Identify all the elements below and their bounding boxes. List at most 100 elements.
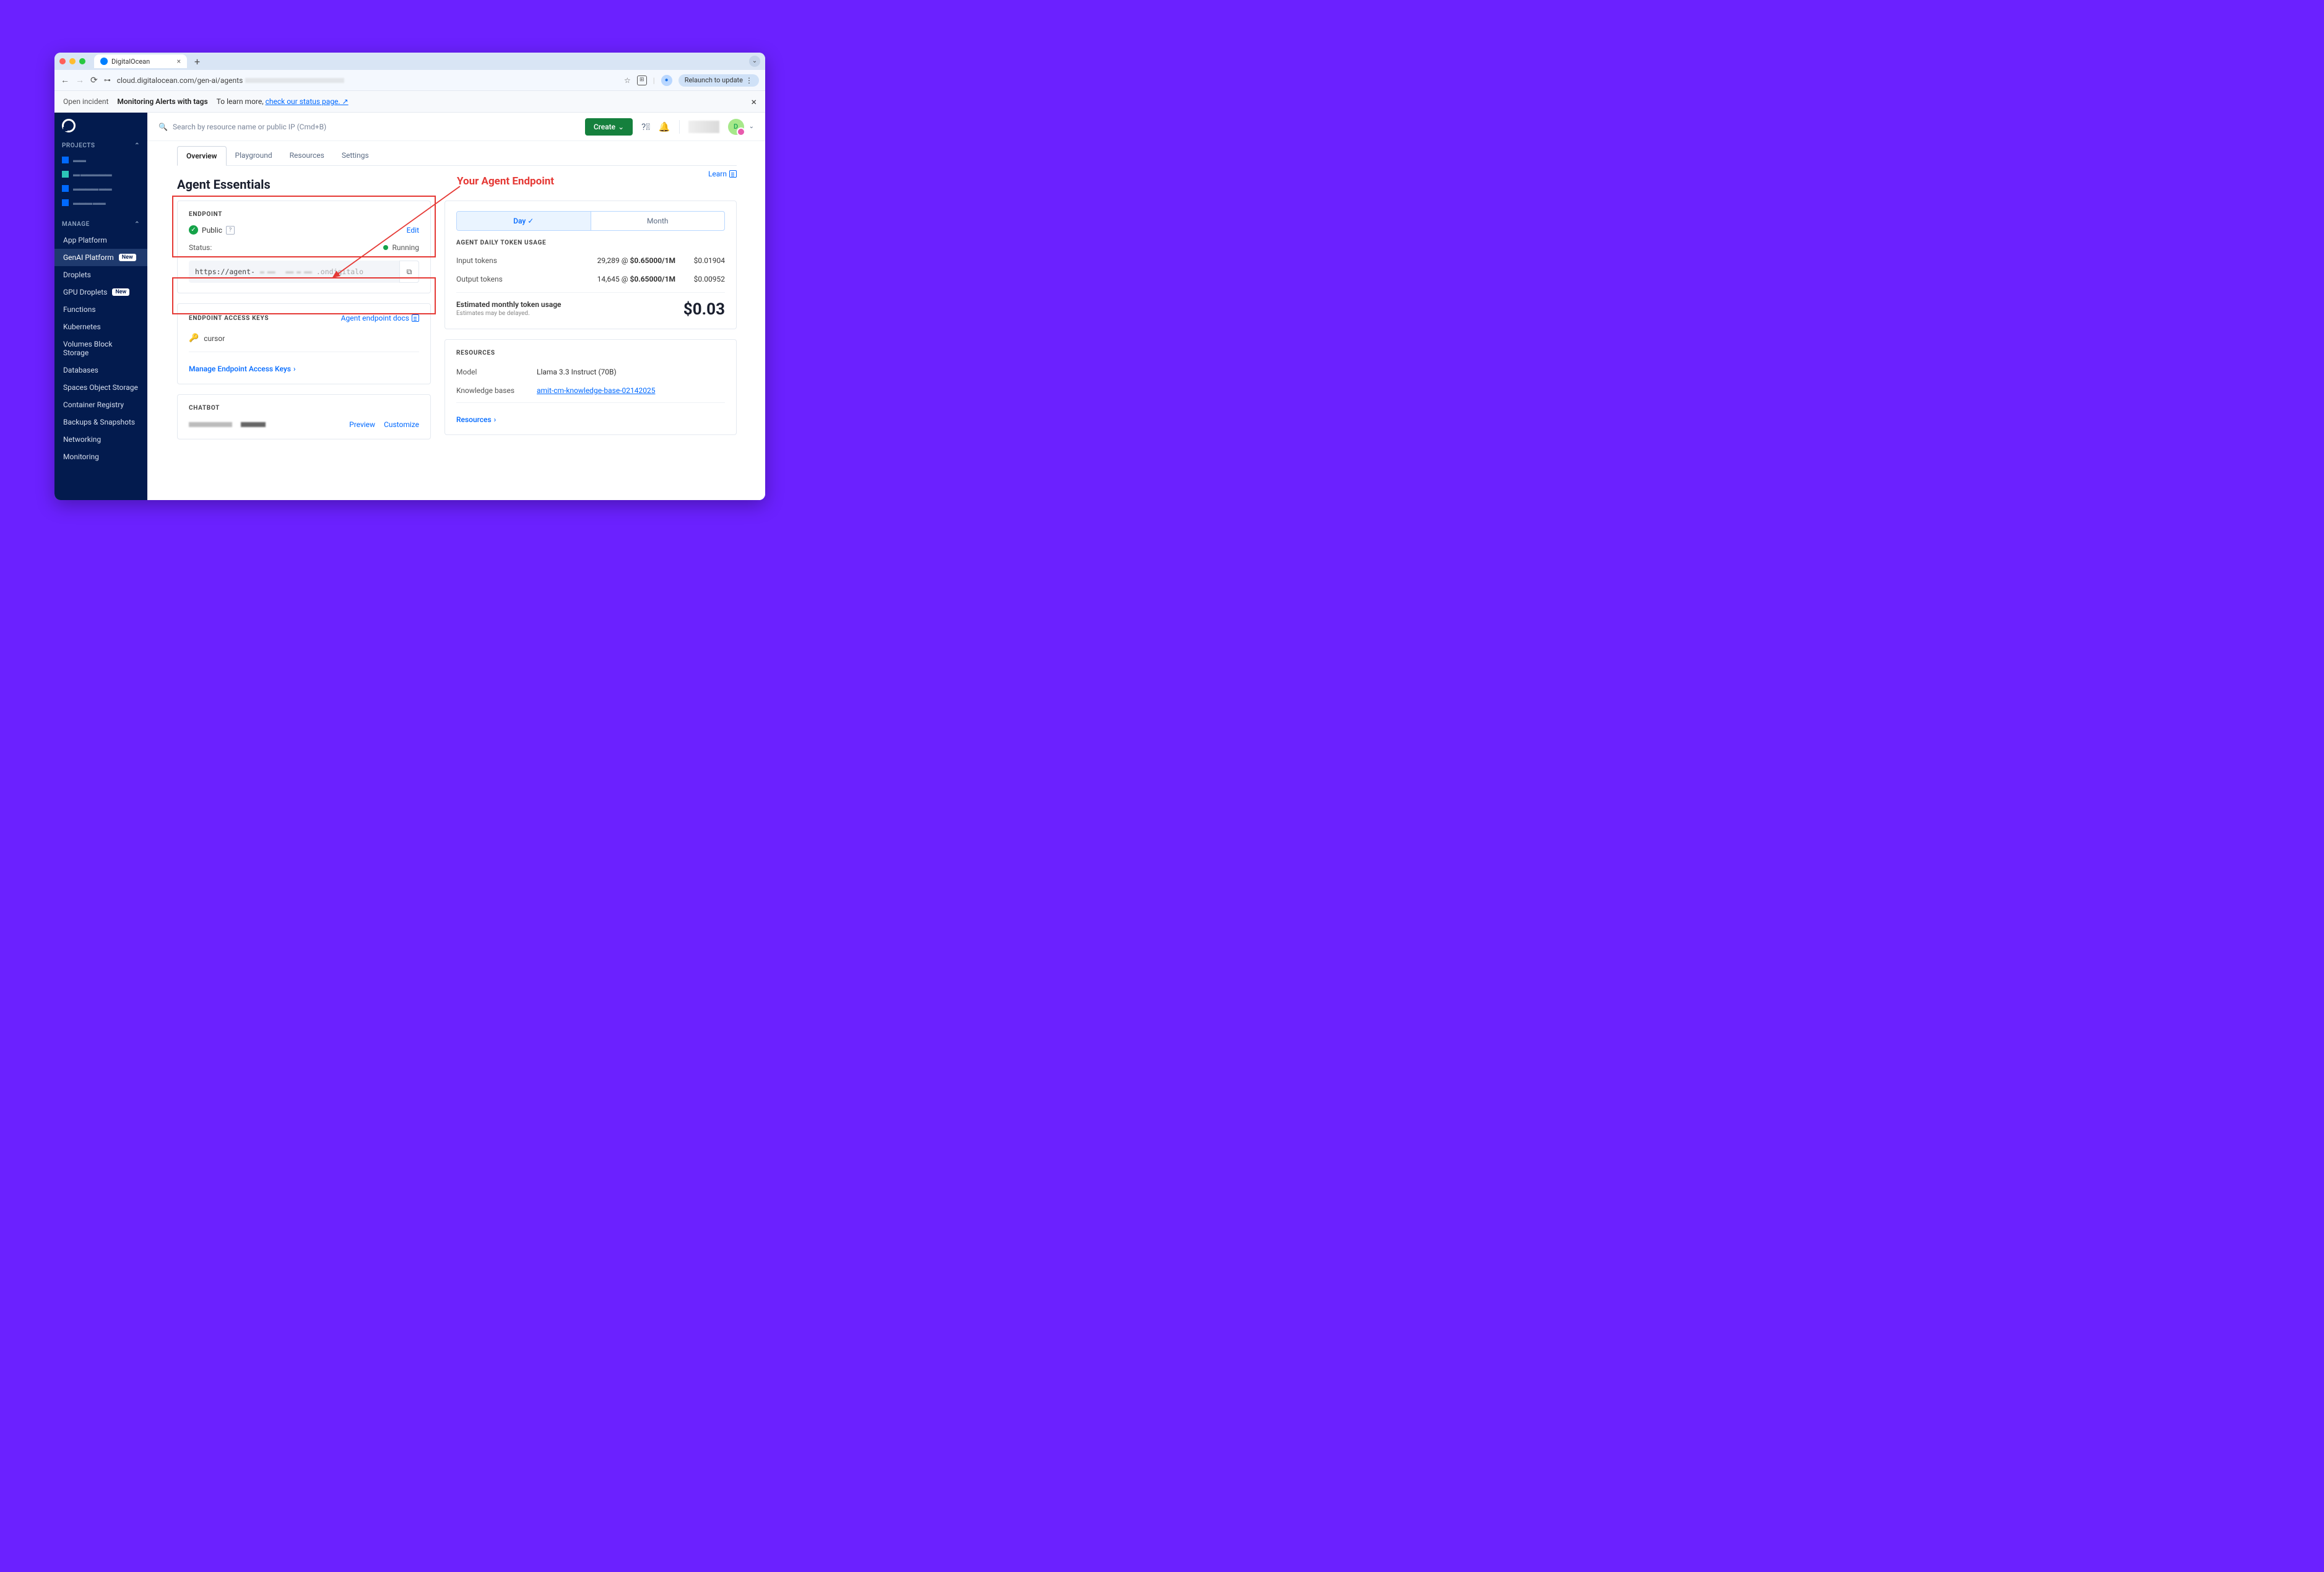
learn-link[interactable]: Learn: [708, 170, 737, 178]
tab-playground[interactable]: Playground: [227, 146, 281, 165]
access-keys-card: ENDPOINT ACCESS KEYS Agent endpoint docs…: [177, 303, 431, 384]
url-prefix: https://agent-: [195, 267, 255, 276]
sidebar-item-networking[interactable]: Networking: [54, 431, 147, 448]
edit-endpoint-link[interactable]: Edit: [407, 226, 419, 235]
chrome-tab-strip: DigitalOcean × + ⌄: [54, 53, 765, 70]
sidebar-item-app-platform[interactable]: App Platform: [54, 231, 147, 249]
resource-row: Knowledge basesamit-cm-knowledge-base-02…: [456, 381, 725, 400]
manage-keys-link[interactable]: Manage Endpoint Access Keys›: [189, 365, 296, 373]
profile-icon[interactable]: ●: [661, 75, 672, 86]
close-banner-icon[interactable]: ×: [751, 96, 757, 108]
usage-header: AGENT DAILY TOKEN USAGE: [456, 240, 725, 246]
sidebar-item-droplets[interactable]: Droplets: [54, 266, 147, 283]
status-page-link[interactable]: check our status page. ↗: [266, 97, 349, 106]
check-icon: ✓: [527, 217, 534, 225]
segment-day[interactable]: Day ✓: [457, 212, 591, 230]
browser-tab[interactable]: DigitalOcean ×: [94, 54, 187, 68]
estimate-total: $0.03: [683, 300, 725, 319]
endpoint-docs-link[interactable]: Agent endpoint docs: [341, 314, 419, 322]
avatar[interactable]: D: [728, 119, 744, 135]
new-badge: New: [119, 254, 136, 261]
back-button[interactable]: ←: [61, 75, 69, 85]
project-item[interactable]: ▬▬▬▬ ▬▬: [54, 181, 147, 196]
resources-card: RESOURCES ModelLlama 3.3 Instruct (70B)K…: [444, 339, 737, 435]
project-item[interactable]: ▬▬▬ ▬▬: [54, 196, 147, 210]
url-suffix: .ondigitalo: [316, 267, 363, 276]
tabs-menu-button[interactable]: ⌄: [749, 56, 760, 67]
customize-link[interactable]: Customize: [384, 420, 419, 429]
reload-button[interactable]: ⟳: [90, 76, 98, 85]
browser-window: DigitalOcean × + ⌄ ← → ⟳ ⊶ cloud.digital…: [54, 53, 765, 500]
close-tab-icon[interactable]: ×: [177, 57, 181, 66]
status-dot-icon: [383, 245, 388, 250]
access-key-row[interactable]: 🔑 cursor: [189, 329, 419, 348]
search-icon: 🔍: [158, 123, 168, 131]
estimate-label: Estimated monthly token usage Estimates …: [456, 300, 561, 317]
sidebar-item-backups-snapshots[interactable]: Backups & Snapshots: [54, 413, 147, 431]
chevron-right-icon: ›: [293, 365, 296, 373]
status-value: Running: [392, 243, 419, 252]
extensions-icon[interactable]: ⊞: [637, 76, 647, 85]
kb-link[interactable]: amit-cm-knowledge-base-02142025: [537, 386, 655, 395]
project-item[interactable]: ▬▬: [54, 153, 147, 167]
main-area: 🔍 Search by resource name or public IP (…: [147, 113, 765, 500]
help-icon[interactable]: ?⃝: [641, 121, 650, 132]
favicon-icon: [100, 58, 108, 65]
banner-title: Monitoring Alerts with tags: [117, 97, 207, 106]
segment-month[interactable]: Month: [591, 212, 725, 230]
chevron-down-icon[interactable]: ⌄: [749, 123, 754, 130]
incident-banner: Open incident Monitoring Alerts with tag…: [54, 91, 765, 113]
sidebar: PROJECTS⌃ ▬▬ ▬ ▬▬▬▬▬ ▬▬▬▬ ▬▬ ▬▬▬ ▬▬ MANA…: [54, 113, 147, 500]
copy-button[interactable]: ⧉: [399, 261, 419, 283]
site-info-icon[interactable]: ⊶: [104, 76, 111, 84]
address-bar[interactable]: cloud.digitalocean.com/gen-ai/agents: [117, 76, 618, 85]
banner-text: To learn more, check our status page. ↗: [217, 97, 349, 106]
sidebar-item-kubernetes[interactable]: Kubernetes: [54, 318, 147, 335]
search-input[interactable]: 🔍 Search by resource name or public IP (…: [158, 123, 576, 131]
notifications-icon[interactable]: 🔔: [659, 121, 670, 132]
preview-link[interactable]: Preview: [349, 420, 375, 429]
chevron-up-icon: ⌃: [134, 142, 140, 149]
usage-card: Day ✓ Month AGENT DAILY TOKEN USAGE Inpu…: [444, 201, 737, 329]
sidebar-item-monitoring[interactable]: Monitoring: [54, 448, 147, 465]
sidebar-item-gpu-droplets[interactable]: GPU DropletsNew: [54, 283, 147, 301]
annotation-label: Your Agent Endpoint: [457, 175, 554, 188]
tab-resources[interactable]: Resources: [281, 146, 333, 165]
sidebar-item-spaces-object-storage[interactable]: Spaces Object Storage: [54, 379, 147, 396]
usage-period-segment: Day ✓ Month: [456, 211, 725, 231]
access-keys-header: ENDPOINT ACCESS KEYS: [189, 315, 269, 322]
doc-icon: [412, 314, 419, 322]
resources-link[interactable]: Resources›: [456, 415, 496, 424]
team-name[interactable]: [688, 121, 719, 133]
chatbot-card: CHATBOT Preview Customize: [177, 394, 431, 439]
endpoint-header: ENDPOINT: [189, 211, 419, 218]
relaunch-button[interactable]: Relaunch to update⋮: [679, 74, 759, 87]
bookmark-star-icon[interactable]: ☆: [624, 76, 631, 85]
endpoint-visibility: Public: [202, 226, 222, 235]
new-tab-button[interactable]: +: [191, 56, 204, 67]
project-item[interactable]: ▬ ▬▬▬▬▬: [54, 167, 147, 181]
sidebar-item-container-registry[interactable]: Container Registry: [54, 396, 147, 413]
create-button[interactable]: Create⌄: [585, 118, 633, 136]
chevron-down-icon: ⌄: [618, 123, 624, 131]
logo-area[interactable]: [54, 113, 147, 139]
incident-tag: Open incident: [63, 97, 108, 106]
chevron-right-icon: ›: [494, 415, 496, 424]
help-tooltip-icon[interactable]: ?: [226, 226, 235, 235]
tab-overview[interactable]: Overview: [177, 146, 227, 166]
key-icon: 🔑: [189, 334, 199, 343]
tab-settings[interactable]: Settings: [333, 146, 378, 165]
sidebar-item-genai-platform[interactable]: GenAI PlatformNew: [54, 249, 147, 266]
endpoint-url-box[interactable]: https://agent- ▬ ▬▬ ▬▬ ▬ ▬▬ .ondigitalo …: [189, 261, 419, 283]
sidebar-item-volumes-block-storage[interactable]: Volumes Block Storage: [54, 335, 147, 361]
search-placeholder: Search by resource name or public IP (Cm…: [173, 123, 326, 131]
tab-title: DigitalOcean: [111, 58, 150, 66]
sidebar-item-functions[interactable]: Functions: [54, 301, 147, 318]
forward-button[interactable]: →: [76, 75, 84, 85]
sidebar-item-databases[interactable]: Databases: [54, 361, 147, 379]
projects-header[interactable]: PROJECTS⌃: [54, 139, 147, 153]
new-badge: New: [112, 288, 129, 296]
manage-header[interactable]: MANAGE⌃: [54, 217, 147, 231]
window-traffic-lights[interactable]: [59, 58, 85, 64]
usage-row: Output tokens14,645 @ $0.65000/1M$0.0095…: [456, 270, 725, 288]
